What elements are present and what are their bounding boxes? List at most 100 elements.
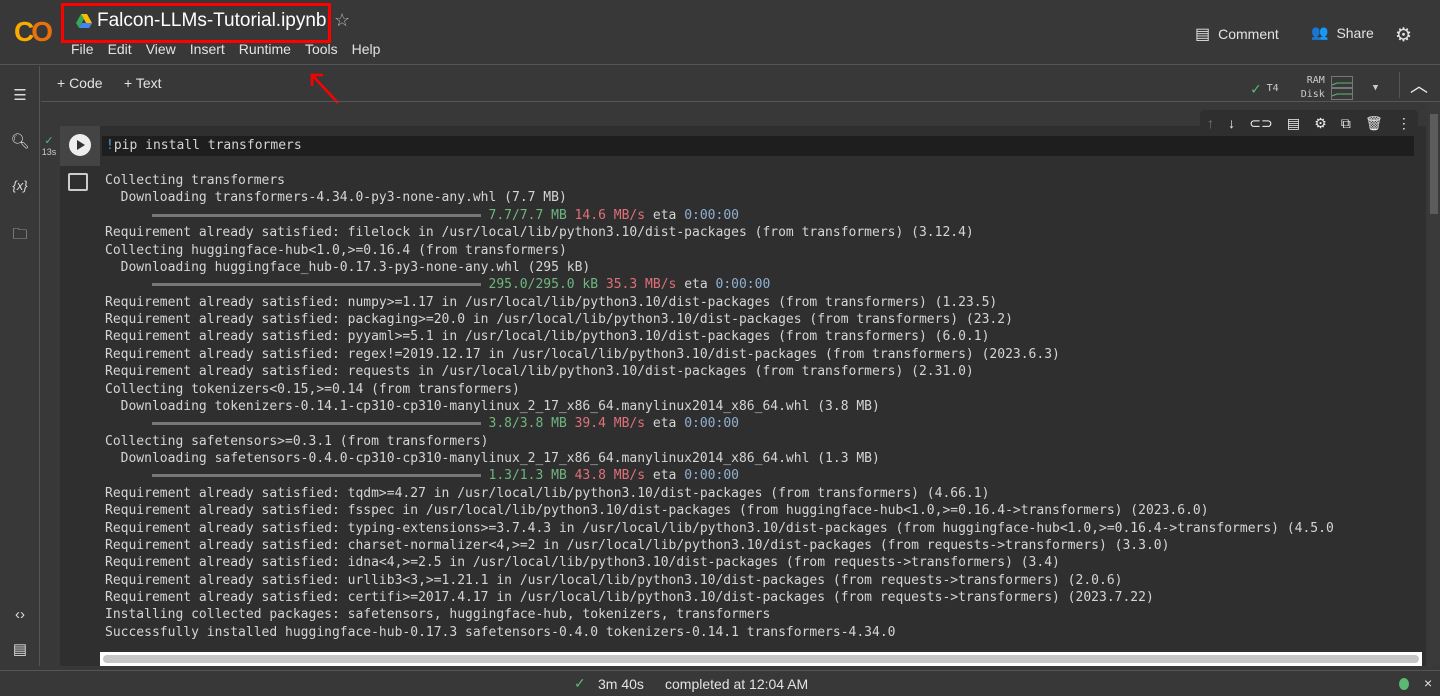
progress-bar xyxy=(151,283,481,287)
check-icon: ✓ xyxy=(1251,78,1261,98)
output-line: Downloading safetensors-0.4.0-cp310-cp31… xyxy=(105,451,880,466)
output-line: 3.8/3.8 MB 39.4 MB/s eta 0:00:00 xyxy=(105,415,1425,432)
disk-graph-icon xyxy=(1330,88,1353,100)
disk-label: Disk xyxy=(1300,89,1325,100)
terminal-icon[interactable]: ▤ xyxy=(10,640,30,660)
horizontal-scrollbar[interactable] xyxy=(100,652,1422,666)
code-snippets-icon[interactable]: ‹› xyxy=(10,606,30,626)
completed-time: completed at 12:04 AM xyxy=(665,676,809,692)
search-icon[interactable]: 🔍︎ xyxy=(10,132,30,152)
menu-edit[interactable]: Edit xyxy=(108,41,132,57)
runtime-dropdown-icon[interactable]: ▼ xyxy=(1373,83,1378,93)
vertical-scrollbar[interactable] xyxy=(1428,102,1440,666)
code-bang: ! xyxy=(106,138,114,153)
scrollbar-thumb[interactable] xyxy=(1430,114,1438,214)
progress-eta-label: eta xyxy=(684,277,708,293)
menu-runtime[interactable]: Runtime xyxy=(239,41,291,57)
run-cell-button[interactable] xyxy=(69,134,91,156)
mirror-cell-icon[interactable]: ⧉ xyxy=(1341,115,1351,132)
delete-icon[interactable]: 🗑︎ xyxy=(1365,115,1383,132)
menu-tools[interactable]: Tools xyxy=(305,41,338,57)
settings-gear-icon[interactable]: ⚙ xyxy=(1395,24,1412,47)
colab-logo[interactable]: CO xyxy=(14,16,53,48)
run-area xyxy=(60,126,100,166)
collapse-header-icon[interactable]: ︿ xyxy=(1399,72,1428,98)
check-icon: ✓ xyxy=(44,135,54,147)
progress-speed: 14.6 MB/s xyxy=(574,207,646,223)
table-of-contents-icon[interactable]: ☰ xyxy=(10,86,30,106)
header: CO Falcon-LLMs-Tutorial.ipynb ☆ File Edit… xyxy=(0,0,1440,65)
output-line: Requirement already satisfied: idna<4,>=… xyxy=(105,555,1060,571)
output-line: 7.7/7.7 MB 14.6 MB/s eta 0:00:00 xyxy=(105,207,1425,224)
settings-icon[interactable]: ⚙ xyxy=(1314,115,1327,132)
code-cell: !pip install transformers Collecting tra… xyxy=(60,126,1426,666)
progress-eta: 0:00:00 xyxy=(684,468,739,484)
progress-done: 1.3/1.3 MB xyxy=(488,468,567,484)
output-line: Downloading huggingface_hub-0.17.3-py3-n… xyxy=(105,259,591,275)
variables-icon[interactable]: {x} xyxy=(10,178,30,198)
menu-bar: File Edit View Insert Runtime Tools Help xyxy=(71,41,380,57)
progress-eta: 0:00:00 xyxy=(684,416,739,432)
output-line: Collecting safetensors>=0.3.1 (from tran… xyxy=(105,433,489,449)
menu-insert[interactable]: Insert xyxy=(190,41,225,57)
move-down-icon[interactable]: ↓ xyxy=(1228,115,1235,131)
progress-eta-label: eta xyxy=(652,416,677,432)
output-line: Collecting transformers xyxy=(105,173,286,188)
star-icon[interactable]: ☆ xyxy=(334,10,350,31)
output-line: Requirement already satisfied: urllib3<3… xyxy=(105,572,1123,588)
left-sidebar: ☰ 🔍︎ {x} 🗀 ‹› ▤ xyxy=(0,66,40,666)
run-duration: 3m 40s xyxy=(598,676,644,692)
notebook-toolbar: + Code + Text ✓ T4 RAM Disk ▼ ︿ xyxy=(41,66,1440,102)
output-line: Requirement already satisfied: certifi>=… xyxy=(105,590,1154,605)
add-code-button[interactable]: + Code xyxy=(57,75,103,91)
output-line: Downloading transformers-4.34.0-py3-none… xyxy=(105,190,567,206)
move-up-icon[interactable]: ↑ xyxy=(1207,115,1214,131)
ram-graph-icon xyxy=(1330,76,1353,88)
ram-label: RAM xyxy=(1306,75,1325,86)
menu-view[interactable]: View xyxy=(146,41,176,57)
people-icon: 👥 xyxy=(1311,24,1329,40)
progress-done: 3.8/3.8 MB xyxy=(488,416,567,432)
progress-eta-label: eta xyxy=(652,468,677,484)
output-line: Downloading tokenizers-0.14.1-cp310-cp31… xyxy=(105,398,880,414)
comment-button[interactable]: ▤ Comment xyxy=(1195,24,1279,44)
output-line: Collecting tokenizers<0.15,>=0.14 (from … xyxy=(105,381,520,397)
output-line: Requirement already satisfied: typing-ex… xyxy=(105,520,1334,536)
close-status-icon[interactable]: × xyxy=(1424,675,1432,691)
output-line: Requirement already satisfied: regex!=20… xyxy=(105,346,1060,362)
share-button[interactable]: 👥 Share xyxy=(1311,24,1374,41)
link-icon[interactable]: ⊂⊃ xyxy=(1249,115,1272,132)
output-line: Requirement already satisfied: pyyaml>=5… xyxy=(105,329,990,345)
output-line: 1.3/1.3 MB 43.8 MB/s eta 0:00:00 xyxy=(105,467,1425,484)
folder-icon[interactable]: 🗀 xyxy=(10,224,30,244)
cell-toolbar: ↑ ↓ ⊂⊃ ▤ ⚙ ⧉ 🗑︎ ⋮ xyxy=(1200,110,1418,136)
progress-bar xyxy=(151,422,481,426)
progress-speed: 39.4 MB/s xyxy=(574,416,646,432)
progress-bar xyxy=(151,213,481,217)
progress-bar xyxy=(151,474,481,478)
comment-icon[interactable]: ▤ xyxy=(1287,115,1300,132)
output-line: Requirement already satisfied: fsspec in… xyxy=(105,503,1209,519)
output-line: Requirement already satisfied: tqdm>=4.2… xyxy=(105,485,990,501)
code-text: pip install transformers xyxy=(113,138,302,153)
menu-file[interactable]: File xyxy=(71,41,94,57)
runtime-status[interactable]: ✓ T4 RAM Disk ▼ xyxy=(1251,74,1378,102)
google-drive-icon xyxy=(76,14,92,28)
scrollbar-thumb[interactable] xyxy=(103,655,1419,663)
output-line: Requirement already satisfied: numpy>=1.… xyxy=(105,294,998,310)
more-options-icon[interactable]: ⋮ xyxy=(1397,115,1411,132)
notebook-title[interactable]: Falcon-LLMs-Tutorial.ipynb xyxy=(97,10,327,32)
share-label: Share xyxy=(1336,24,1374,41)
progress-done: 7.7/7.7 MB xyxy=(488,207,567,223)
progress-eta: 0:00:00 xyxy=(715,277,771,293)
cell-output: Collecting transformers Downloading tran… xyxy=(105,172,1425,641)
progress-speed: 35.3 MB/s xyxy=(605,277,677,293)
output-line: Installing collected packages: safetenso… xyxy=(105,607,771,623)
menu-help[interactable]: Help xyxy=(352,41,381,57)
output-line: Requirement already satisfied: filelock … xyxy=(105,225,974,241)
progress-eta: 0:00:00 xyxy=(684,207,739,223)
add-text-button[interactable]: + Text xyxy=(124,75,162,91)
code-editor[interactable]: !pip install transformers xyxy=(102,136,1414,156)
output-menu-icon[interactable] xyxy=(68,173,88,191)
comment-icon: ▤ xyxy=(1195,26,1211,43)
